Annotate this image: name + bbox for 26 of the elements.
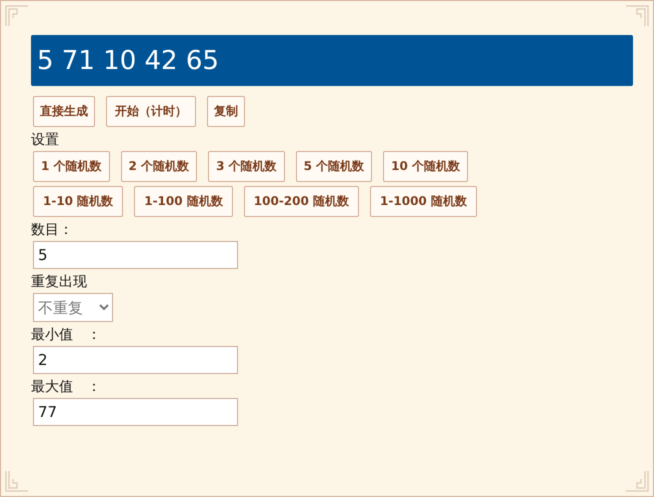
preset-button[interactable]: 1 个随机数 (33, 151, 110, 182)
corner-ornament-icon (625, 470, 649, 492)
action-button[interactable]: 开始（计时） (106, 96, 196, 127)
preset-button[interactable]: 10 个随机数 (383, 151, 468, 182)
input-field[interactable]: 5 (33, 241, 238, 269)
preset-button[interactable]: 1-10 随机数 (33, 186, 124, 217)
preset-button[interactable]: 2 个随机数 (120, 151, 198, 182)
field-label: 数目： (31, 221, 74, 239)
section-label: 设置 (31, 131, 60, 149)
corner-ornament-icon (5, 5, 29, 27)
dropdown[interactable]: 不重复 (33, 293, 113, 322)
preset-button[interactable]: 1-1000 随机数 (370, 186, 477, 217)
corner-ornament-icon (625, 5, 649, 27)
result-display: 5 71 10 42 65 (31, 35, 633, 86)
preset-button[interactable]: 1-100 随机数 (134, 186, 233, 217)
preset-button[interactable]: 100-200 随机数 (244, 186, 360, 217)
field-label: 最小值 ： (31, 326, 102, 344)
action-button[interactable]: 复制 (207, 96, 245, 127)
corner-ornament-icon (5, 470, 29, 492)
preset-button[interactable]: 3 个随机数 (208, 151, 285, 182)
action-button[interactable]: 直接生成 (33, 96, 95, 127)
input-field[interactable]: 77 (33, 398, 238, 426)
preset-button[interactable]: 5 个随机数 (296, 151, 372, 182)
field-label: 重复出现 (31, 273, 88, 291)
input-field[interactable]: 2 (33, 346, 238, 374)
field-label: 最大值 ： (31, 378, 102, 396)
